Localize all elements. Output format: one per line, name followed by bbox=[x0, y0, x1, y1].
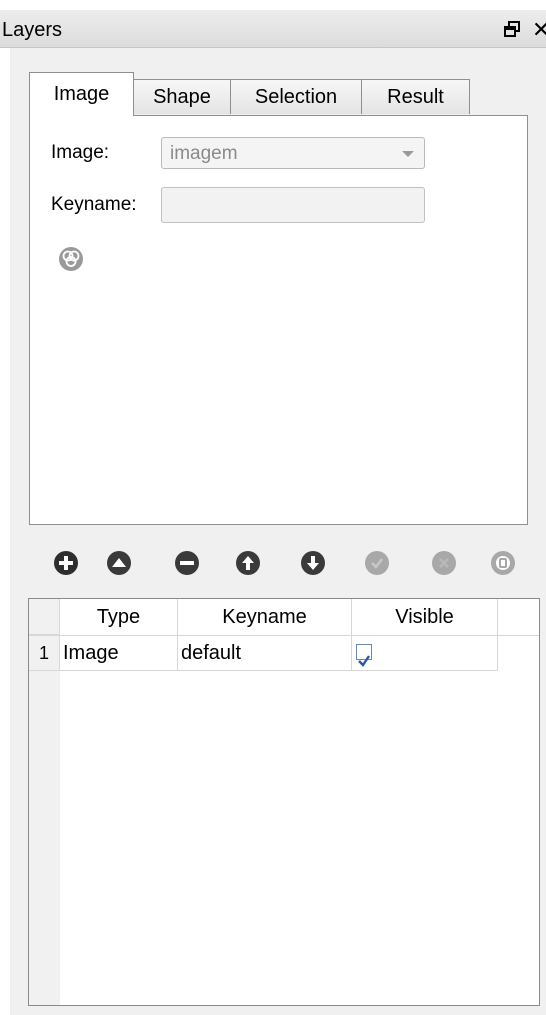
cell-keyname[interactable]: default bbox=[178, 636, 352, 670]
image-select[interactable]: imagem bbox=[161, 137, 425, 169]
cell-type[interactable]: Image bbox=[60, 636, 178, 670]
column-header-keyname[interactable]: Keyname bbox=[178, 599, 352, 635]
layer-toolbar bbox=[10, 538, 546, 586]
tab-label: Result bbox=[387, 86, 444, 108]
move-top-icon[interactable] bbox=[106, 550, 132, 576]
layer-option-icon bbox=[365, 551, 389, 575]
tab-result[interactable]: Result bbox=[361, 79, 470, 114]
chevron-down-icon bbox=[402, 151, 414, 157]
image-label: Image: bbox=[51, 142, 110, 163]
checkmark-icon bbox=[358, 655, 370, 667]
dock-title: Layers bbox=[2, 19, 63, 41]
column-header-visible[interactable]: Visible bbox=[352, 599, 498, 635]
float-window-icon[interactable] bbox=[503, 20, 521, 38]
image-select-value: imagem bbox=[170, 143, 238, 164]
tab-label: Image bbox=[53, 83, 110, 105]
column-header-type[interactable]: Type bbox=[60, 599, 178, 635]
dock-body: Image Shape Selection Result Image: imag… bbox=[10, 48, 546, 1015]
tab-selection[interactable]: Selection bbox=[230, 79, 362, 114]
close-dock-button[interactable]: ✕ bbox=[532, 17, 546, 43]
visible-checkbox[interactable] bbox=[356, 644, 372, 667]
add-layer-icon[interactable] bbox=[53, 550, 79, 576]
keyname-field[interactable] bbox=[161, 187, 425, 223]
layer-delete-icon bbox=[432, 551, 456, 575]
cell-visible[interactable] bbox=[352, 636, 498, 670]
move-up-icon[interactable] bbox=[235, 550, 261, 576]
table-corner bbox=[29, 599, 60, 635]
tab-label: Shape bbox=[153, 86, 211, 108]
layer-properties-icon bbox=[491, 551, 515, 575]
keyname-label: Keyname: bbox=[51, 194, 137, 215]
tab-shape[interactable]: Shape bbox=[133, 79, 231, 114]
table-row[interactable]: 1 Image default bbox=[29, 636, 498, 671]
tab-label: Selection bbox=[254, 86, 338, 108]
dock-title-bar: Layers ✕ bbox=[0, 10, 546, 48]
color-palette-icon[interactable] bbox=[58, 246, 84, 272]
move-down-icon[interactable] bbox=[300, 550, 326, 576]
image-tab-panel: Image: imagem Keyname: bbox=[29, 115, 528, 525]
remove-layer-icon[interactable] bbox=[174, 550, 200, 576]
table-header: Type Keyname Visible bbox=[29, 599, 539, 636]
tab-image[interactable]: Image bbox=[29, 72, 134, 116]
layers-table[interactable]: Type Keyname Visible 1 Image default bbox=[28, 598, 540, 1006]
row-number: 1 bbox=[29, 636, 60, 670]
